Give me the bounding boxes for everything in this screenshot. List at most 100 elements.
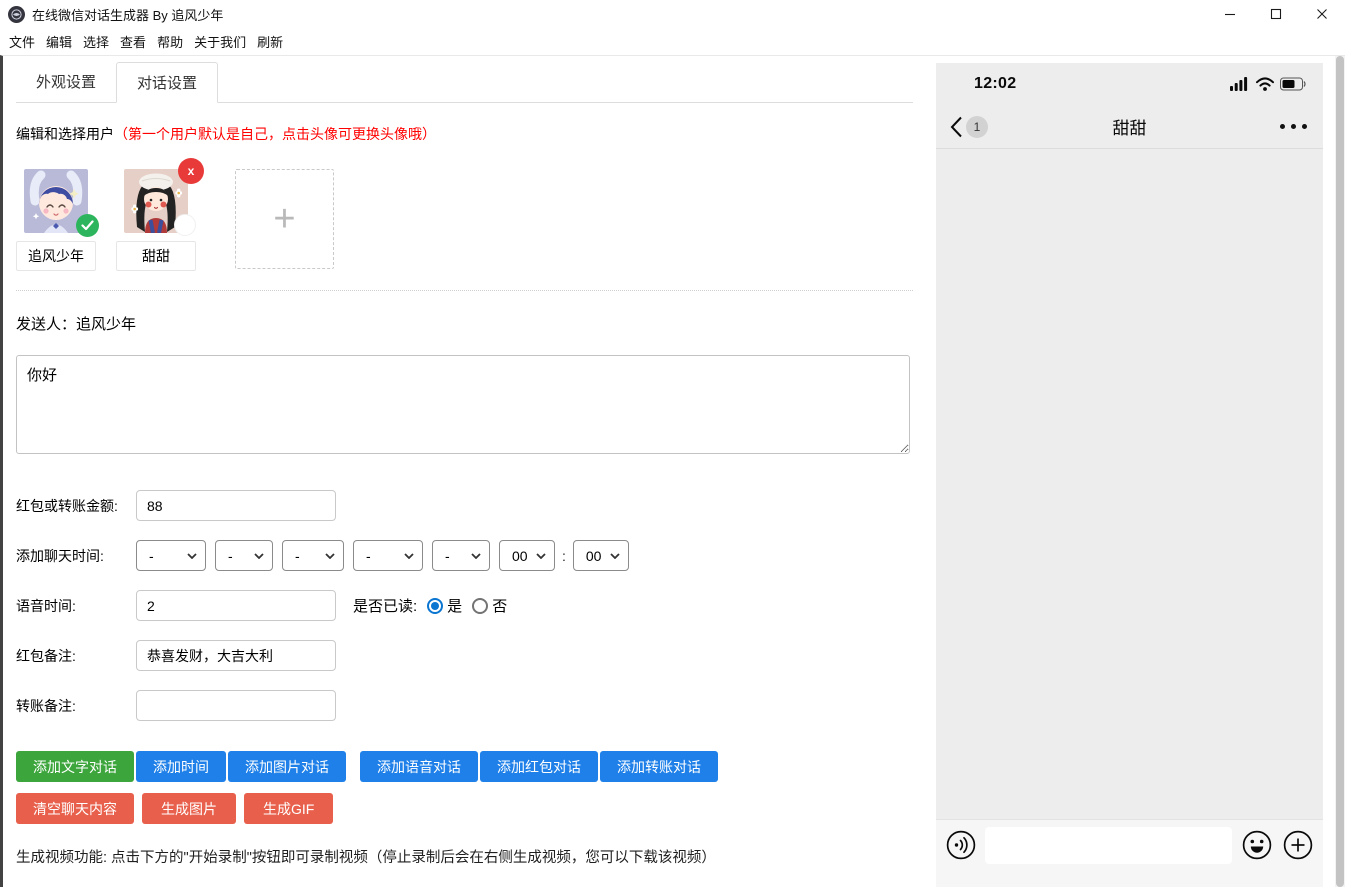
chevron-down-icon (187, 552, 197, 559)
chat-time-select-1[interactable]: - (136, 540, 206, 571)
tab-dialog-settings[interactable]: 对话设置 (116, 62, 219, 103)
title-bar: 在线微信对话生成器 By 追风少年 (0, 0, 1345, 28)
add-time-button[interactable]: 添加时间 (136, 751, 226, 782)
menu-item-about[interactable]: 关于我们 (194, 32, 246, 51)
wifi-icon (1256, 77, 1274, 91)
tab-bar: 外观设置 对话设置 (16, 61, 913, 103)
unselected-circle-badge[interactable] (174, 214, 196, 236)
user-card-self: 追风少年 (16, 169, 99, 271)
sender-name: 追风少年 (76, 316, 137, 333)
chat-time-row: 添加聊天时间: - - - - - 00 : 00 (16, 540, 931, 571)
transfer-note-label: 转账备注: (16, 697, 76, 714)
menu-item-refresh[interactable]: 刷新 (257, 32, 283, 51)
add-user-button[interactable]: + (235, 169, 334, 269)
phone-status-bar: 12:02 (936, 63, 1323, 105)
menu-bar: 文件 编辑 选择 查看 帮助 关于我们 刷新 (0, 28, 1345, 54)
read-yes-label[interactable]: 是 (447, 595, 462, 616)
hour-select[interactable]: 00 (499, 540, 555, 571)
message-textarea[interactable]: 你好 (16, 355, 910, 454)
voice-time-label: 语音时间: (16, 597, 76, 614)
close-button[interactable] (1299, 0, 1345, 28)
chat-text-input[interactable] (985, 827, 1232, 864)
more-icon[interactable] (1280, 124, 1307, 129)
wechat-preview-panel: 12:02 1 甜甜 (936, 63, 1323, 887)
user-section-hint: （第一个用户默认是自己，点击头像可更换头像哦） (114, 126, 436, 142)
voice-icon[interactable] (946, 830, 976, 860)
add-voice-dialog-button[interactable]: 添加语音对话 (360, 751, 478, 782)
transfer-note-input[interactable] (136, 690, 336, 721)
maximize-button[interactable] (1253, 0, 1299, 28)
generate-image-button[interactable]: 生成图片 (142, 793, 236, 824)
user-card-tiantian: x 甜甜 (116, 158, 204, 271)
menu-item-edit[interactable]: 编辑 (46, 32, 72, 51)
app-icon (8, 5, 25, 23)
content-area: 外观设置 对话设置 编辑和选择用户（第一个用户默认是自己，点击头像可更换头像哦） (0, 55, 1345, 887)
menu-item-select[interactable]: 选择 (83, 32, 109, 51)
battery-icon (1280, 77, 1306, 91)
add-text-dialog-button[interactable]: 添加文字对话 (16, 751, 134, 782)
app-window: 在线微信对话生成器 By 追风少年 文件 编辑 选择 查看 帮助 关于我们 刷新… (0, 0, 1345, 887)
tab-appearance-settings[interactable]: 外观设置 (16, 62, 116, 103)
chevron-down-icon (536, 552, 546, 559)
user-name-zhuifengshaonian[interactable]: 追风少年 (16, 241, 96, 271)
avatar-tiantian[interactable]: x (124, 158, 204, 236)
chevron-down-icon (471, 552, 481, 559)
chat-message-area (936, 149, 1323, 819)
chat-time-label: 添加聊天时间: (16, 547, 104, 564)
phone-nav-bar: 1 甜甜 (936, 105, 1323, 149)
read-yes-radio[interactable] (427, 597, 444, 614)
menu-item-view[interactable]: 查看 (120, 32, 146, 51)
clear-chat-button[interactable]: 清空聊天内容 (16, 793, 134, 824)
minute-select[interactable]: 00 (572, 540, 629, 571)
status-icons (1230, 77, 1307, 91)
status-time: 12:02 (974, 75, 1017, 92)
amount-input[interactable] (136, 490, 336, 521)
plus-icon[interactable] (1283, 830, 1313, 860)
read-status-label: 是否已读: (353, 598, 418, 615)
read-status-group: 是否已读: 是 否 (353, 595, 507, 616)
chat-input-bar (936, 819, 1323, 887)
chat-time-select-3[interactable]: - (282, 540, 344, 571)
minimize-button[interactable] (1207, 0, 1253, 28)
redpacket-note-input[interactable] (136, 640, 336, 671)
add-transfer-dialog-button[interactable]: 添加转账对话 (600, 751, 718, 782)
chat-time-select-4[interactable]: - (353, 540, 423, 571)
generate-buttons-row: 清空聊天内容 生成图片 生成GIF (16, 793, 931, 824)
window-title: 在线微信对话生成器 By 追风少年 (32, 7, 224, 23)
user-section-label: 编辑和选择用户（第一个用户默认是自己，点击头像可更换头像哦） (16, 124, 931, 144)
chat-time-select-2[interactable]: - (215, 540, 273, 571)
user-list: 追风少年 x 甜甜 + (16, 158, 931, 271)
scrollbar-thumb[interactable] (1336, 56, 1344, 887)
emoji-icon[interactable] (1242, 830, 1272, 860)
add-image-dialog-button[interactable]: 添加图片对话 (228, 751, 346, 782)
chevron-down-icon (404, 552, 414, 559)
redpacket-note-row: 红包备注: (16, 640, 931, 671)
time-colon: : (562, 547, 566, 564)
redpacket-note-label: 红包备注: (16, 647, 76, 664)
menu-item-file[interactable]: 文件 (9, 32, 35, 51)
section-divider (16, 290, 913, 291)
voice-time-row: 语音时间: 是否已读: 是 否 (16, 590, 931, 621)
add-redpacket-dialog-button[interactable]: 添加红包对话 (480, 751, 598, 782)
chat-title: 甜甜 (1112, 119, 1147, 138)
generate-gif-button[interactable]: 生成GIF (244, 793, 334, 824)
read-no-label[interactable]: 否 (492, 595, 507, 616)
avatar-zhuifengshaonian[interactable] (24, 169, 99, 237)
amount-row: 红包或转账金额: (16, 490, 931, 521)
chat-time-select-5[interactable]: - (432, 540, 490, 571)
chevron-down-icon (325, 552, 335, 559)
remove-user-button[interactable]: x (178, 158, 204, 184)
selected-check-badge (76, 214, 99, 237)
read-no-radio[interactable] (472, 597, 489, 614)
sender-line: 发送人：追风少年 (16, 313, 931, 334)
user-name-tiantian[interactable]: 甜甜 (116, 241, 196, 271)
amount-label: 红包或转账金额: (16, 497, 118, 514)
chevron-down-icon (610, 552, 620, 559)
sender-label: 发送人： (16, 316, 77, 333)
transfer-note-row: 转账备注: (16, 690, 931, 721)
signal-icon (1230, 77, 1248, 91)
menu-item-help[interactable]: 帮助 (157, 32, 183, 51)
voice-time-input[interactable] (136, 590, 336, 621)
add-buttons-row: 添加文字对话 添加时间 添加图片对话 添加语音对话 添加红包对话 添加转账对话 (16, 751, 931, 782)
chevron-down-icon (254, 552, 264, 559)
